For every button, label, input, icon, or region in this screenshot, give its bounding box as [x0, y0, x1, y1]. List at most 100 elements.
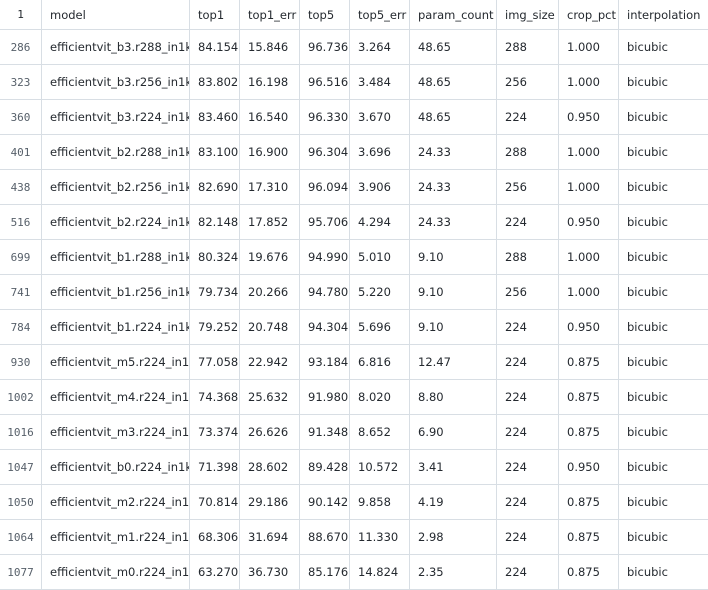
- cell-top5: 96.094: [300, 170, 350, 204]
- line-number[interactable]: 1016: [0, 415, 42, 449]
- line-number[interactable]: 516: [0, 205, 42, 239]
- line-number[interactable]: 1077: [0, 555, 42, 589]
- cell-top5: 93.184: [300, 345, 350, 379]
- cell-top1-err: 36.730: [240, 555, 300, 589]
- cell-top1-err: 20.748: [240, 310, 300, 344]
- cell-top1: 83.802: [190, 65, 240, 99]
- cell-top1-err: 31.694: [240, 520, 300, 554]
- cell-img-size: 288: [497, 135, 559, 169]
- cell-top5-err: 8.020: [350, 380, 410, 414]
- line-number[interactable]: 1002: [0, 380, 42, 414]
- cell-top1-err: 19.676: [240, 240, 300, 274]
- line-number[interactable]: 286: [0, 30, 42, 64]
- cell-top5: 94.990: [300, 240, 350, 274]
- cell-img-size: 288: [497, 240, 559, 274]
- csv-table: 1 model top1 top1_err top5 top5_err para…: [0, 0, 708, 590]
- cell-top5: 96.304: [300, 135, 350, 169]
- column-header-top1: top1: [190, 0, 240, 29]
- cell-top5: 89.428: [300, 450, 350, 484]
- cell-crop-pct: 0.950: [559, 450, 619, 484]
- cell-img-size: 256: [497, 275, 559, 309]
- cell-top5: 90.142: [300, 485, 350, 519]
- table-row: 699 efficientvit_b1.r288_in1k 80.324 19.676…: [0, 240, 708, 275]
- cell-model: efficientvit_b1.r288_in1k: [42, 240, 190, 274]
- cell-param-count: 3.41: [410, 450, 497, 484]
- cell-crop-pct: 0.875: [559, 485, 619, 519]
- table-row: 1064 efficientvit_m1.r224_in1k 68.306 31.69…: [0, 520, 708, 555]
- cell-param-count: 9.10: [410, 240, 497, 274]
- cell-param-count: 6.90: [410, 415, 497, 449]
- cell-img-size: 224: [497, 555, 559, 589]
- column-header-top1-err: top1_err: [240, 0, 300, 29]
- cell-top5-err: 3.906: [350, 170, 410, 204]
- cell-crop-pct: 0.875: [559, 555, 619, 589]
- cell-crop-pct: 0.950: [559, 310, 619, 344]
- table-row: 286 efficientvit_b3.r288_in1k 84.154 15.846…: [0, 30, 708, 65]
- cell-param-count: 9.10: [410, 310, 497, 344]
- cell-top5: 88.670: [300, 520, 350, 554]
- cell-top1-err: 16.900: [240, 135, 300, 169]
- cell-interpolation: bicubic: [627, 145, 668, 159]
- cell-top1-err: 28.602: [240, 450, 300, 484]
- cell-top5-err: 9.858: [350, 485, 410, 519]
- cell-top1: 83.100: [190, 135, 240, 169]
- cell-interpolation: bicubic: [627, 565, 668, 579]
- cell-param-count: 4.19: [410, 485, 497, 519]
- column-header-img-size: img_size: [497, 0, 559, 29]
- cell-img-size: 224: [497, 415, 559, 449]
- column-header-top5-err: top5_err: [350, 0, 410, 29]
- column-header-crop-pct: crop_pct: [559, 0, 619, 29]
- cell-interpolation: bicubic: [627, 355, 668, 369]
- cell-top5-err: 5.696: [350, 310, 410, 344]
- cell-model: efficientvit_m1.r224_in1k: [42, 520, 190, 554]
- cell-param-count: 48.65: [410, 65, 497, 99]
- line-number[interactable]: 1: [0, 0, 42, 29]
- cell-top1-err: 17.852: [240, 205, 300, 239]
- table-row: 930 efficientvit_m5.r224_in1k 77.058 22.942…: [0, 345, 708, 380]
- cell-crop-pct: 0.875: [559, 345, 619, 379]
- line-number[interactable]: 1050: [0, 485, 42, 519]
- cell-top1: 80.324: [190, 240, 240, 274]
- cell-interpolation: bicubic: [627, 215, 668, 229]
- line-number[interactable]: 360: [0, 100, 42, 134]
- cell-top5: 85.176: [300, 555, 350, 589]
- cell-param-count: 48.65: [410, 100, 497, 134]
- cell-top1: 73.374: [190, 415, 240, 449]
- cell-top5-err: 11.330: [350, 520, 410, 554]
- cell-top1: 74.368: [190, 380, 240, 414]
- line-number[interactable]: 784: [0, 310, 42, 344]
- cell-interpolation: bicubic: [627, 285, 668, 299]
- cell-model: efficientvit_b3.r224_in1k: [42, 100, 190, 134]
- line-number[interactable]: 930: [0, 345, 42, 379]
- cell-top5-err: 3.696: [350, 135, 410, 169]
- line-number[interactable]: 741: [0, 275, 42, 309]
- cell-top5: 96.516: [300, 65, 350, 99]
- cell-interpolation: bicubic: [627, 75, 668, 89]
- line-number[interactable]: 323: [0, 65, 42, 99]
- line-number[interactable]: 699: [0, 240, 42, 274]
- cell-model: efficientvit_b2.r288_in1k: [42, 135, 190, 169]
- cell-top1: 82.148: [190, 205, 240, 239]
- cell-img-size: 224: [497, 205, 559, 239]
- cell-interpolation: bicubic: [627, 110, 668, 124]
- cell-top1-err: 16.540: [240, 100, 300, 134]
- cell-crop-pct: 1.000: [559, 240, 619, 274]
- line-number[interactable]: 1047: [0, 450, 42, 484]
- table-row: 401 efficientvit_b2.r288_in1k 83.100 16.900…: [0, 135, 708, 170]
- cell-top5: 96.736: [300, 30, 350, 64]
- table-row: 360 efficientvit_b3.r224_in1k 83.460 16.540…: [0, 100, 708, 135]
- cell-crop-pct: 0.950: [559, 100, 619, 134]
- cell-param-count: 24.33: [410, 170, 497, 204]
- line-number[interactable]: 1064: [0, 520, 42, 554]
- cell-top1: 79.734: [190, 275, 240, 309]
- table-row: 1077 efficientvit_m0.r224_in1k 63.270 36.73…: [0, 555, 708, 590]
- cell-crop-pct: 1.000: [559, 65, 619, 99]
- line-number[interactable]: 401: [0, 135, 42, 169]
- line-number[interactable]: 438: [0, 170, 42, 204]
- cell-top1-err: 16.198: [240, 65, 300, 99]
- cell-interpolation: bicubic: [627, 530, 668, 544]
- cell-img-size: 224: [497, 310, 559, 344]
- cell-crop-pct: 1.000: [559, 170, 619, 204]
- cell-interpolation: bicubic: [627, 425, 668, 439]
- cell-top5-err: 4.294: [350, 205, 410, 239]
